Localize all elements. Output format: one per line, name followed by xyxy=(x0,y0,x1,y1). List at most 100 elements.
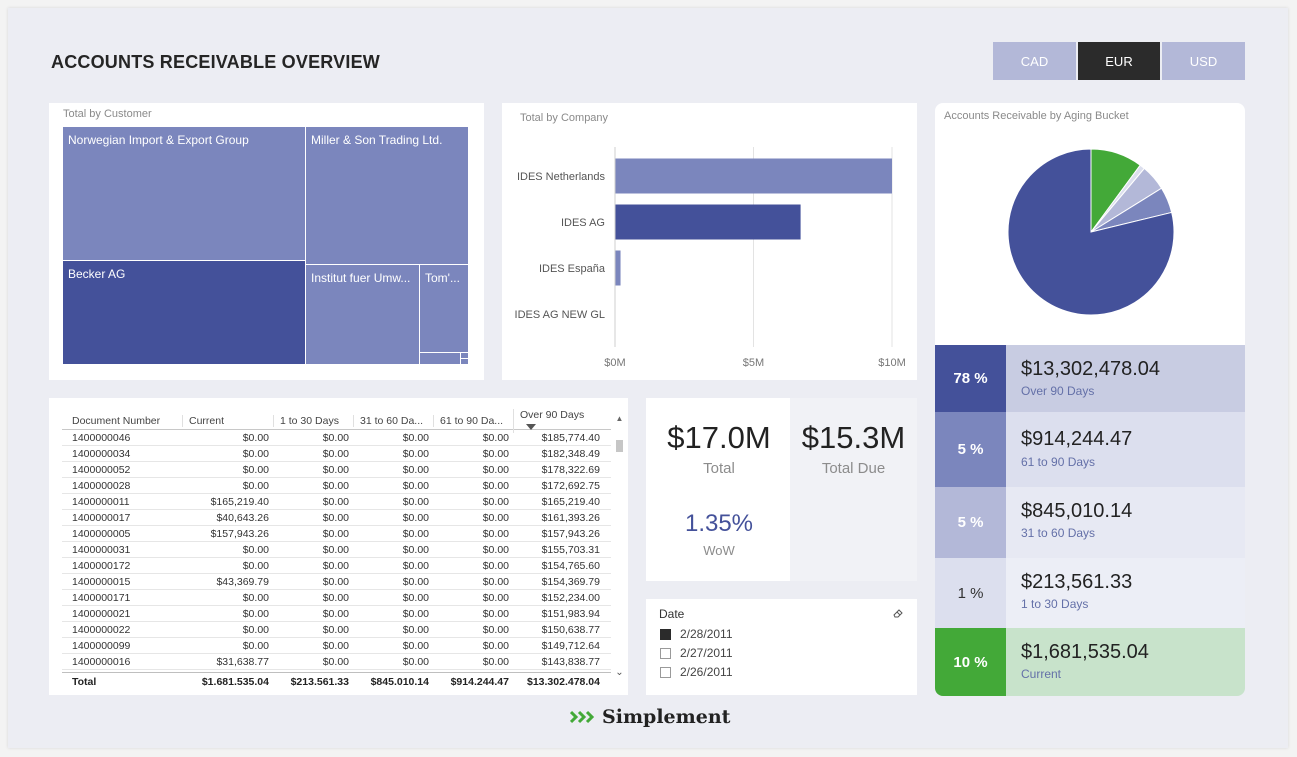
bar[interactable] xyxy=(615,158,892,194)
column-header-1-to-30[interactable]: 1 to 30 Days xyxy=(273,415,353,427)
table-cell: $0.00 xyxy=(402,639,429,652)
table-row[interactable]: 1400000011 $165,219.40 $0.00 $0.00 $0.00 $165… xyxy=(62,494,611,510)
document-table: Document Number Current 1 to 30 Days 31 … xyxy=(62,409,611,670)
table-cell: $0.00 xyxy=(482,623,509,636)
table-cell: $0.00 xyxy=(322,527,349,540)
column-header-61-to-90[interactable]: 61 to 90 Da... xyxy=(433,415,513,427)
table-cell: $0.00 xyxy=(402,655,429,668)
sort-descending-icon[interactable] xyxy=(526,424,536,431)
treemap-cell-institut-fuer-umw[interactable]: Institut fuer Umw... xyxy=(306,265,419,364)
table-cell: $0.00 xyxy=(402,495,429,508)
treemap-title: Total by Customer xyxy=(63,108,152,120)
table-cell: $31,638.77 xyxy=(216,655,269,668)
date-option-2[interactable]: 2/27/2011 xyxy=(660,646,733,660)
table-row[interactable]: 1400000046 $0.00 $0.00 $0.00 $0.00 $185,774.4… xyxy=(62,430,611,446)
table-row[interactable]: 1400000016 $31,638.77 $0.00 $0.00 $0.00 $143,… xyxy=(62,654,611,670)
bar[interactable] xyxy=(615,250,621,286)
table-cell: 1400000034 xyxy=(72,447,131,460)
scroll-down-icon[interactable]: ⌄ xyxy=(615,667,624,678)
bucket-31-to-60[interactable]: 5 % $845,010.14 31 to 60 Days xyxy=(935,487,1245,558)
table-cell: $0.00 xyxy=(322,623,349,636)
table-cell: $0.00 xyxy=(402,591,429,604)
table-cell: $0.00 xyxy=(322,463,349,476)
treemap-cell-becker-ag[interactable]: Becker AG xyxy=(63,261,305,364)
scroll-up-icon[interactable]: ▲ xyxy=(615,414,624,423)
company-bar-chart[interactable]: $0M $5M $10M IDES Netherlands IDES AG IDES Es… xyxy=(502,103,917,380)
table-row[interactable]: 1400000005 $157,943.26 $0.00 $0.00 $0.00 $157… xyxy=(62,526,611,542)
table-cell: $155,703.31 xyxy=(541,543,600,556)
bucket-amount: $213,561.33 xyxy=(1021,571,1133,593)
treemap-cell-tiny[interactable] xyxy=(461,359,468,364)
table-cell: 1400000171 xyxy=(72,591,131,604)
table-cell: 1400000172 xyxy=(72,559,131,572)
table-cell: $0.00 xyxy=(402,479,429,492)
checkbox-icon[interactable] xyxy=(660,628,671,640)
table-cell: $0.00 xyxy=(242,591,269,604)
bucket-61-to-90[interactable]: 5 % $914,244.47 61 to 90 Days xyxy=(935,412,1245,487)
category-label: IDES AG xyxy=(561,217,605,229)
table-row[interactable]: 1400000099 $0.00 $0.00 $0.00 $0.00 $149,712.6… xyxy=(62,638,611,654)
table-cell: 1400000046 xyxy=(72,431,131,444)
bucket-over-90[interactable]: 78 % $13,302,478.04 Over 90 Days xyxy=(935,345,1245,412)
table-row[interactable]: 1400000171 $0.00 $0.00 $0.00 $0.00 $152,234.0… xyxy=(62,590,611,606)
column-header-over-90[interactable]: Over 90 Days xyxy=(513,409,605,433)
treemap-cell-small[interactable] xyxy=(420,353,460,364)
column-header-current[interactable]: Current xyxy=(182,415,273,427)
table-cell: 1400000052 xyxy=(72,463,131,476)
table-cell: $151,983.94 xyxy=(541,607,600,620)
table-cell: $185,774.40 xyxy=(541,431,600,444)
aging-pie-chart[interactable] xyxy=(935,103,1245,345)
currency-button-eur[interactable]: EUR xyxy=(1078,42,1160,80)
table-row[interactable]: 1400000034 $0.00 $0.00 $0.00 $0.00 $182,348.4… xyxy=(62,446,611,462)
checkbox-icon[interactable] xyxy=(660,647,671,659)
table-cell: $152,234.00 xyxy=(541,591,600,604)
table-row[interactable]: 1400000021 $0.00 $0.00 $0.00 $0.00 $151,983.9… xyxy=(62,606,611,622)
column-header-document-number[interactable]: Document Number xyxy=(62,415,182,427)
table-cell: $0.00 xyxy=(482,639,509,652)
table-cell: $0.00 xyxy=(482,559,509,572)
table-cell: $0.00 xyxy=(322,479,349,492)
table-row[interactable]: 1400000022 $0.00 $0.00 $0.00 $0.00 $150,638.7… xyxy=(62,622,611,638)
bucket-pct: 5 % xyxy=(935,412,1006,487)
kpi-wow-label: WoW xyxy=(703,543,735,558)
category-label: IDES España xyxy=(539,263,606,275)
table-cell: $0.00 xyxy=(242,559,269,572)
bucket-current[interactable]: 10 % $1,681,535.04 Current xyxy=(935,628,1245,696)
currency-button-cad[interactable]: CAD xyxy=(993,42,1076,80)
table-cell: $149,712.64 xyxy=(541,639,600,652)
bucket-1-to-30[interactable]: 1 % $213,561.33 1 to 30 Days xyxy=(935,558,1245,628)
table-scrollbar[interactable]: ▲ ⌄ xyxy=(615,414,624,680)
table-row[interactable]: 1400000028 $0.00 $0.00 $0.00 $0.00 $172,692.7… xyxy=(62,478,611,494)
treemap-cell-norwegian-import[interactable]: Norwegian Import & Export Group xyxy=(63,127,305,260)
table-cell: $0.00 xyxy=(322,431,349,444)
treemap-cell-miller-son[interactable]: Miller & Son Trading Ltd. xyxy=(306,127,468,264)
treemap-cell-toms[interactable]: Tom'... xyxy=(420,265,468,352)
currency-button-usd[interactable]: USD xyxy=(1162,42,1245,80)
table-cell: $0.00 xyxy=(322,495,349,508)
date-option-3[interactable]: 2/26/2011 xyxy=(660,665,733,679)
table-row[interactable]: 1400000015 $43,369.79 $0.00 $0.00 $0.00 $154,… xyxy=(62,574,611,590)
date-option-1[interactable]: 2/28/2011 xyxy=(660,627,733,641)
table-cell: $0.00 xyxy=(322,543,349,556)
table-cell: $154,765.60 xyxy=(541,559,600,572)
scroll-thumb[interactable] xyxy=(616,440,623,452)
bucket-pct: 1 % xyxy=(935,558,1006,628)
treemap-cell-tiny[interactable] xyxy=(461,353,468,358)
table-row[interactable]: 1400000052 $0.00 $0.00 $0.00 $0.00 $178,322.6… xyxy=(62,462,611,478)
table-cell: $172,692.75 xyxy=(541,479,600,492)
table-row[interactable]: 1400000031 $0.00 $0.00 $0.00 $0.00 $155,703.3… xyxy=(62,542,611,558)
chevrons-icon xyxy=(570,710,595,724)
column-header-31-to-60[interactable]: 31 to 60 Da... xyxy=(353,415,433,427)
bar[interactable] xyxy=(615,204,801,240)
bucket-amount: $845,010.14 xyxy=(1021,500,1133,522)
table-cell: $0.00 xyxy=(482,543,509,556)
bucket-body: $845,010.14 31 to 60 Days xyxy=(1006,487,1245,558)
x-tick-label: $0M xyxy=(604,357,625,369)
category-label: IDES Netherlands xyxy=(517,171,606,183)
table-row[interactable]: 1400000017 $40,643.26 $0.00 $0.00 $0.00 $161,… xyxy=(62,510,611,526)
eraser-icon[interactable] xyxy=(892,607,904,619)
table-row[interactable]: 1400000172 $0.00 $0.00 $0.00 $0.00 $154,765.6… xyxy=(62,558,611,574)
table-cell: $0.00 xyxy=(242,639,269,652)
table-cell: $154,369.79 xyxy=(541,575,600,588)
checkbox-icon[interactable] xyxy=(660,666,671,678)
